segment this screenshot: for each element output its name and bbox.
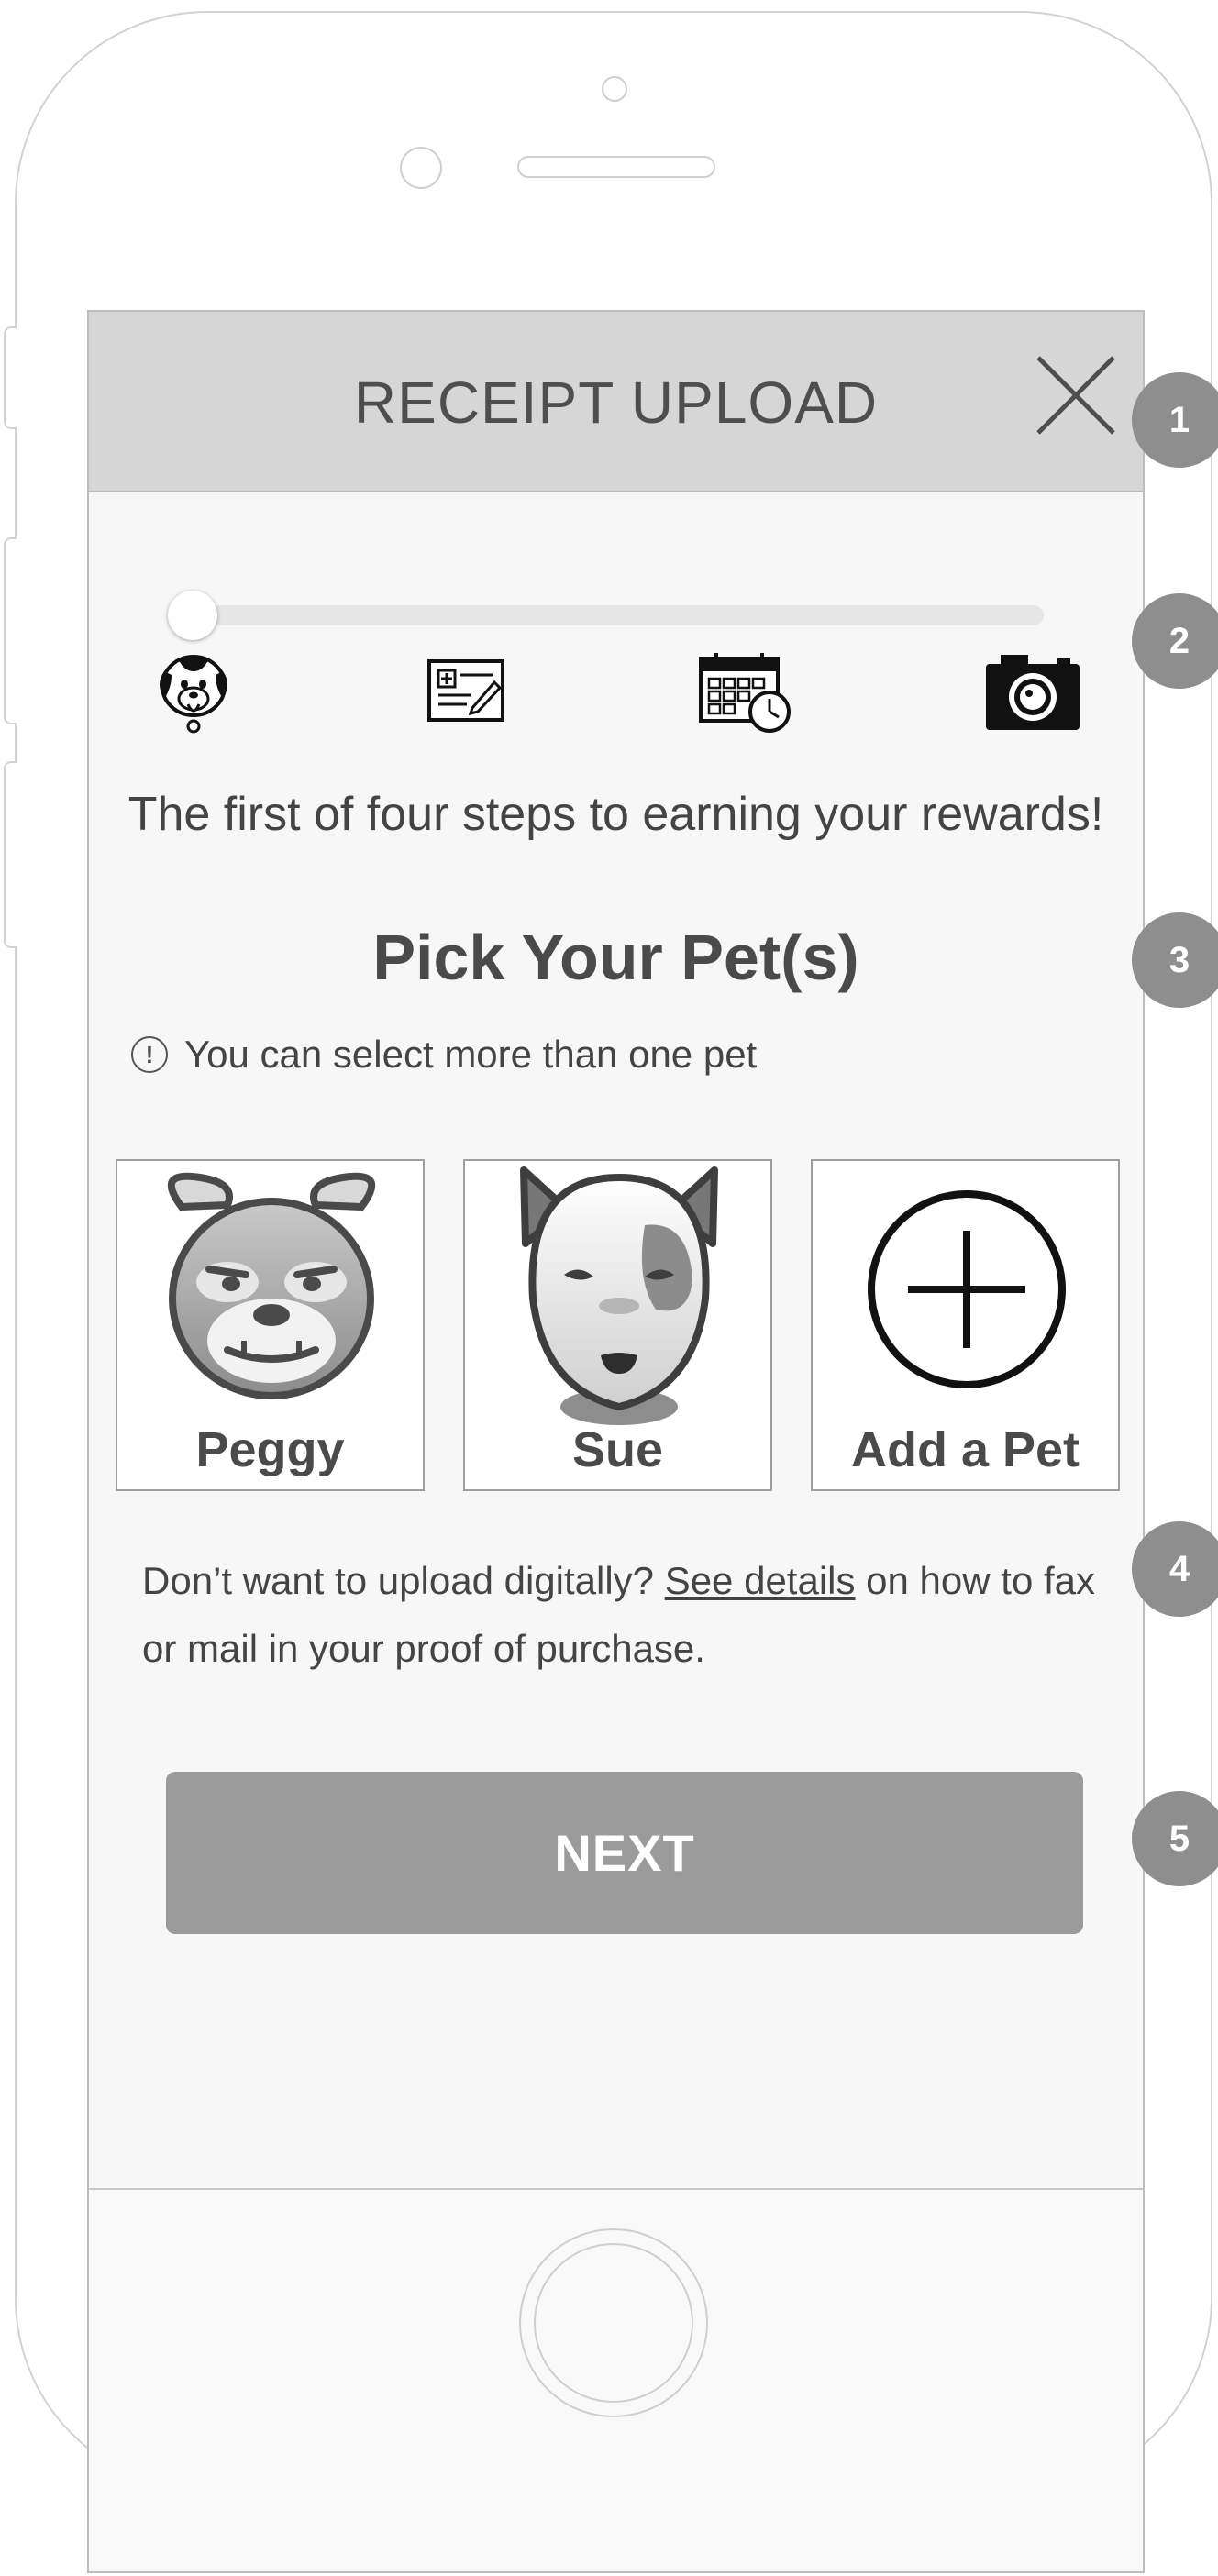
step-receipt-icon bbox=[426, 658, 505, 727]
step-pet-icon bbox=[151, 647, 236, 740]
pet-name-sue: Sue bbox=[571, 1422, 664, 1477]
hint-text: You can select more than one pet bbox=[184, 1033, 758, 1076]
step-camera-icon bbox=[984, 653, 1081, 736]
annotation-badge-3: 3 bbox=[1132, 912, 1218, 1008]
annotation-badge-5: 5 bbox=[1132, 1791, 1218, 1886]
annotation-badge-2: 2 bbox=[1132, 593, 1218, 689]
side-button-volume-up bbox=[4, 537, 17, 724]
annotation-badge-1: 1 bbox=[1132, 372, 1218, 468]
modal-header: RECEIPT UPLOAD bbox=[89, 312, 1143, 492]
intro-text: The first of four steps to earning your … bbox=[127, 788, 1104, 841]
alternate-submission-note: Don’t want to upload digitally? See deta… bbox=[142, 1547, 1114, 1683]
progress-knob[interactable] bbox=[168, 591, 217, 640]
section-title: Pick Your Pet(s) bbox=[372, 922, 859, 993]
add-pet-label: Add a Pet bbox=[850, 1422, 1080, 1477]
front-camera bbox=[400, 147, 442, 189]
note-text-before: Don’t want to upload digitally? bbox=[142, 1559, 665, 1602]
home-button-inner bbox=[534, 2243, 693, 2403]
earpiece-speaker bbox=[517, 156, 715, 178]
see-details-link[interactable]: See details bbox=[665, 1559, 856, 1602]
side-button-volume-down bbox=[4, 761, 17, 948]
side-button-mute bbox=[4, 326, 17, 429]
annotation-badge-4: 4 bbox=[1132, 1521, 1218, 1617]
close-icon bbox=[1036, 356, 1115, 435]
pet-card-sue[interactable]: Sue bbox=[463, 1159, 772, 1491]
home-button[interactable] bbox=[519, 2228, 708, 2417]
next-button[interactable]: NEXT bbox=[166, 1772, 1083, 1934]
pet-card-peggy[interactable]: Peggy bbox=[116, 1159, 425, 1491]
step-calendar-icon bbox=[698, 651, 793, 738]
proximity-sensor bbox=[602, 76, 627, 102]
page-title: RECEIPT UPLOAD bbox=[353, 370, 879, 436]
close-button[interactable] bbox=[1033, 352, 1119, 438]
info-icon: ! bbox=[131, 1036, 168, 1073]
hint-row: ! You can select more than one pet bbox=[131, 1033, 757, 1077]
pet-name-peggy: Peggy bbox=[195, 1422, 345, 1477]
add-pet-button[interactable]: Add a Pet bbox=[811, 1159, 1120, 1491]
progress-track bbox=[171, 605, 1044, 625]
